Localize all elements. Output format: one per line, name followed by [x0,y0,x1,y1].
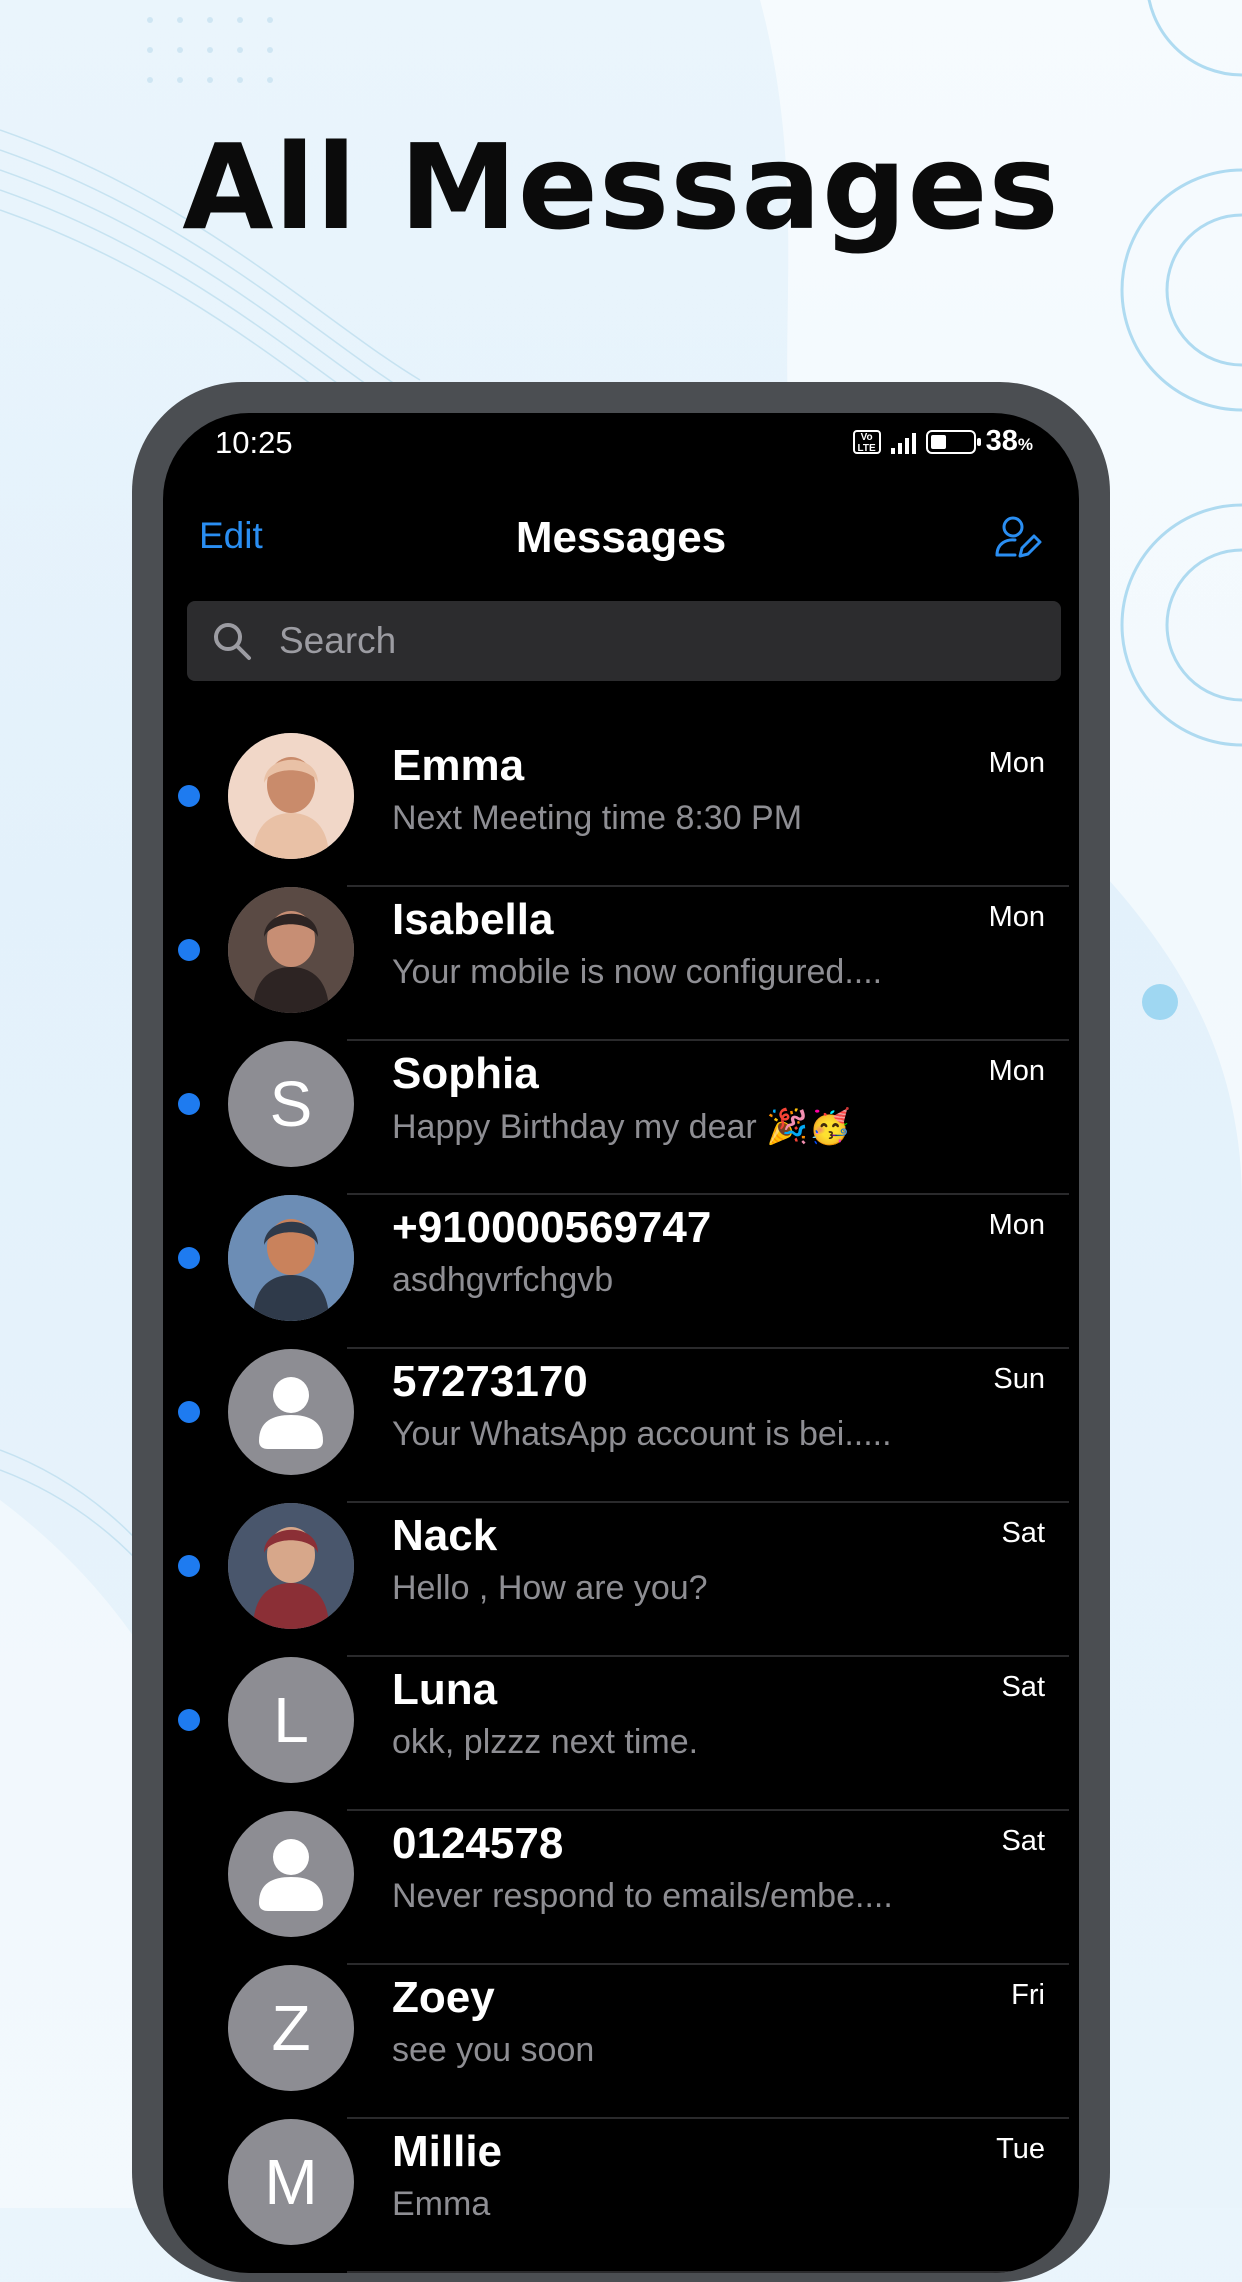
search-bar[interactable] [187,601,1061,681]
message-day: Mon [988,747,1045,779]
battery-unit: % [1017,435,1033,454]
message-day: Sun [993,1363,1045,1395]
contact-name: Sophia [392,1049,539,1098]
headline: All Messages [182,118,1060,256]
contact-name: Emma [392,741,525,790]
contact-name: Zoey [392,1973,495,2022]
conversation-list: Emma Next Meeting time 8:30 PM Mon Isabella… [163,733,1079,2273]
message-preview: Happy Birthday my dear 🎉🥳 [392,1108,851,1146]
person-edit-icon[interactable] [993,513,1043,563]
contact-name: Luna [392,1665,498,1714]
unread-dot [178,1093,200,1115]
status-icons: Vo LTE 38% [852,425,1033,458]
battery-fill [930,434,946,449]
avatar [228,887,354,1013]
unread-dot [178,939,200,961]
avatar: L [228,1657,354,1783]
battery-icon [925,429,981,454]
message-preview: okk, plzzz next time. [392,1723,699,1761]
message-day: Fri [1011,1979,1045,2011]
message-day: Mon [988,901,1045,933]
contact-name: Isabella [392,895,554,944]
avatar [228,1349,354,1475]
conversation-row[interactable]: Isabella Your mobile is now configured...… [163,887,1079,1041]
battery-value: 38 [985,425,1018,457]
unread-dot [178,1401,200,1423]
message-day: Mon [988,1209,1045,1241]
avatar-initial: S [269,1068,313,1140]
phone-screen: 10:25 Vo LTE 38% Edit Messages EmmaNe [163,413,1079,2273]
search-input[interactable] [277,619,1041,663]
battery-percentage: 38% [986,425,1033,458]
conversation-row[interactable]: 57273170 Your WhatsApp account is bei....… [163,1349,1079,1503]
message-day: Sat [1001,1825,1045,1857]
message-preview: Hello , How are you? [392,1569,708,1607]
status-bar: 10:25 Vo LTE 38% [163,413,1079,473]
contact-name: +910000569747 [392,1203,712,1252]
avatar: Z [228,1965,354,2091]
contact-name: 0124578 [392,1819,564,1868]
signal-icon [890,430,916,454]
message-day: Mon [988,1055,1045,1087]
conversation-row[interactable]: Nack Hello , How are you? Sat [163,1503,1079,1657]
message-preview: Your mobile is now configured.... [392,953,883,991]
unread-dot [178,1555,200,1577]
message-preview: Emma [392,2185,491,2223]
conversation-row[interactable]: +910000569747 asdhgvrfchgvb Mon [163,1195,1079,1349]
nav-bar: Edit Messages [163,493,1079,583]
contact-name: Nack [392,1511,498,1560]
contact-name: Millie [392,2127,503,2176]
person-icon [259,1839,323,1911]
search-icon [214,623,251,660]
unread-dot [178,1247,200,1269]
avatar: M [228,2119,354,2245]
contact-name: 57273170 [392,1357,588,1406]
avatar-initial: L [273,1684,309,1756]
avatar-initial: Z [271,1992,311,2064]
message-preview: Next Meeting time 8:30 PM [392,799,803,837]
conversation-row[interactable]: 0124578 Never respond to emails/embe.... S… [163,1811,1079,1965]
status-time: 10:25 [215,425,293,460]
divider [347,2271,1069,2273]
message-day: Sat [1001,1671,1045,1703]
message-preview: see you soon [392,2031,595,2069]
avatar [228,1811,354,1937]
message-preview: Never respond to emails/embe.... [392,1877,893,1915]
page-title: Messages [515,513,727,562]
volte-icon: Vo LTE [852,429,881,454]
conversation-row[interactable]: Emma Next Meeting time 8:30 PM Mon [163,733,1079,887]
avatar: S [228,1041,354,1167]
unread-dot [178,1709,200,1731]
conversation-row[interactable]: Z Zoey see you soon Fri [163,1965,1079,2119]
conversation-row[interactable]: L Luna okk, plzzz next time. Sat [163,1657,1079,1811]
message-day: Sat [1001,1517,1045,1549]
message-day: Tue [996,2133,1045,2165]
avatar [228,1195,354,1321]
message-preview: Your WhatsApp account is bei..... [392,1415,892,1453]
conversation-row[interactable]: M Millie Emma Tue [163,2119,1079,2273]
message-preview: asdhgvrfchgvb [392,1261,614,1299]
avatar [228,1503,354,1629]
unread-dot [178,785,200,807]
person-icon [259,1377,323,1449]
avatar [228,733,354,859]
conversation-row[interactable]: S Sophia Happy Birthday my dear 🎉🥳 Mon [163,1041,1079,1195]
